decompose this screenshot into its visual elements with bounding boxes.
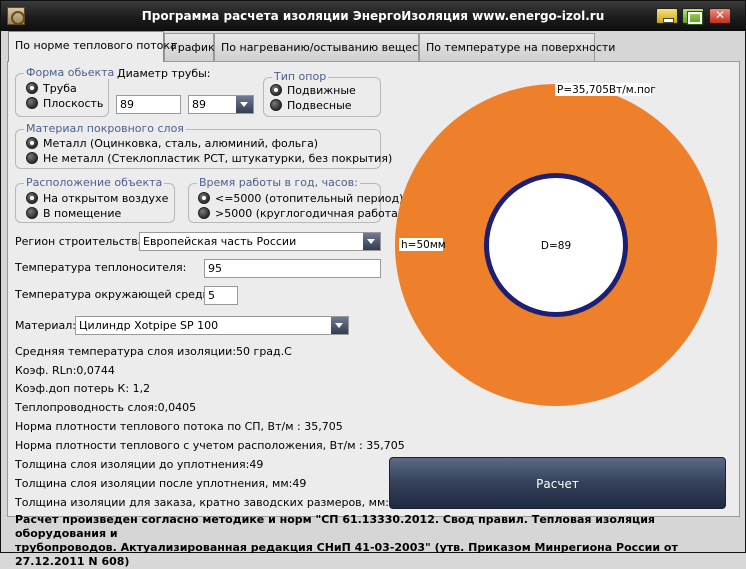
radio-icon [26,152,38,164]
methodology-note-line2: трубопроводов. Актуализированная редакци… [15,541,678,568]
radio-selected-icon [270,84,282,96]
shape-radio-plane[interactable]: Плоскость [26,97,103,111]
cover-material-legend: Материал покровного слоя [24,122,186,135]
carrier-temp-input[interactable]: 95 [204,259,381,278]
pipe-diameter-select[interactable]: 89 [188,95,254,114]
result-conductivity: Теплопроводность слоя:0,0405 [15,401,197,414]
result-loss-coef: Коэф.доп потерь К: 1,2 [15,382,151,395]
methodology-note: Расчет произведен согласно методике и но… [15,513,741,569]
window-title: Программа расчета изоляции ЭнергоИзоляци… [141,9,605,23]
pipe-diameter-input[interactable]: 89 [116,95,181,114]
methodology-note-line1: Расчет произведен согласно методике и но… [15,513,655,540]
result-flow-norm: Норма плотности теплового потока по СП, … [15,420,343,433]
region-select[interactable]: Европейская часть России [139,232,381,251]
tab-heat-flow-norm[interactable]: По норме теплового потока [8,31,177,62]
location-radio-indoor[interactable]: В помещение [26,207,121,221]
ambient-temp-label: Температура окружающей среды: [15,288,215,301]
material-label: Материал: [15,319,77,332]
app-window: Программа расчета изоляции ЭнергоИзоляци… [0,0,746,568]
pipe-diameter-label: Диаметр трубы: [117,67,211,80]
result-thickness-order: Толщина изоляции для заказа, кратно заво… [15,496,403,509]
worktime-radio-year-round[interactable]: >5000 (круглогодичная работа) [198,207,402,221]
result-thickness-before: Толщина слоя изоляции до уплотнения:49 [15,458,264,471]
material-select[interactable]: Цилиндр Xotpipe SP 100 [75,316,349,335]
radio-selected-icon [198,192,210,204]
carrier-temp-label: Температура теплоносителя: [15,261,187,274]
maximize-button[interactable] [682,8,704,25]
result-flow-norm-location: Норма плотности теплового с учетом распо… [15,439,405,452]
support-radio-movable[interactable]: Подвижные [270,84,356,98]
location-legend: Расположение объекта [24,176,165,189]
ambient-temp-input[interactable]: 5 [204,286,238,305]
heat-flow-label: P=35,705Вт/м.пог [557,84,656,96]
chevron-down-icon[interactable] [363,233,380,250]
tab-heating-cooling[interactable]: По нагреванию/остыванию вещества [214,33,438,61]
cover-radio-metal[interactable]: Металл (Оцинковка, сталь, алюминий, фоль… [26,137,318,151]
tab-surface-temperature[interactable]: По температуре на поверхности [419,33,615,61]
radio-icon [198,207,210,219]
insulation-thickness-label: h=50мм [401,239,446,251]
result-thickness-after: Толщина слоя изоляции после уплотнения, … [15,477,307,490]
pipe-diameter-diagram-label: D=89 [541,240,571,252]
object-shape-legend: Форма обьекта [24,66,117,79]
close-button[interactable] [709,8,731,24]
support-type-legend: Тип опор [272,70,329,83]
chevron-down-icon[interactable] [236,96,253,113]
worktime-radio-heating-season[interactable]: <=5000 (отопительный период) [198,192,403,206]
radio-icon [26,97,38,109]
insulation-diagram: P=35,705Вт/м.пог h=50мм D=89 [395,83,717,406]
radio-selected-icon [26,192,38,204]
support-radio-suspended[interactable]: Подвесные [270,99,352,113]
minimize-button[interactable] [656,8,678,24]
location-radio-outdoor[interactable]: На открытом воздухе [26,192,168,206]
title-bar[interactable]: Программа расчета изоляции ЭнергоИзоляци… [1,1,745,31]
shape-radio-pipe[interactable]: Труба [26,82,77,96]
result-rln-coef: Коэф. RLn:0,0744 [15,364,115,377]
chevron-down-icon[interactable] [331,317,348,334]
radio-selected-icon [26,137,38,149]
radio-icon [26,207,38,219]
result-avg-temperature: Средняя температура слоя изоляции:50 гра… [15,345,292,358]
region-label: Регион строительства: [15,235,149,248]
radio-icon [270,99,282,111]
cover-radio-nonmetal[interactable]: Не металл (Стеклопластик РСТ, штукатурки… [26,152,392,166]
work-time-legend: Время работы в год, часов: [197,176,360,189]
radio-selected-icon [26,82,38,94]
calculate-button[interactable]: Расчет [389,457,726,509]
